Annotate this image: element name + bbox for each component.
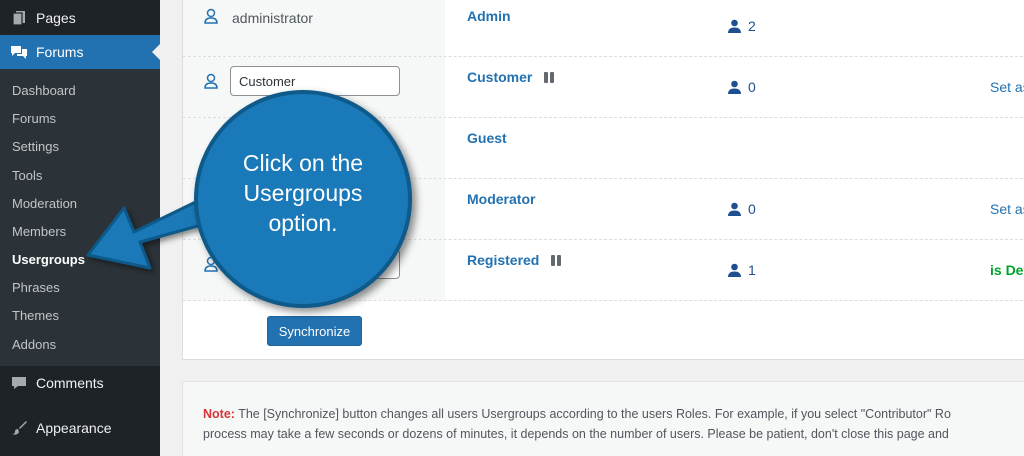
callout-line: Usergroups bbox=[243, 180, 363, 206]
callout-line: Click on the bbox=[242, 150, 364, 176]
callout-bubble: Click on the Usergroups option. bbox=[194, 90, 412, 308]
callout-text: Click on the Usergroups option. bbox=[198, 148, 408, 238]
callout-arrow bbox=[86, 194, 214, 270]
callout-line: option. bbox=[268, 210, 338, 236]
